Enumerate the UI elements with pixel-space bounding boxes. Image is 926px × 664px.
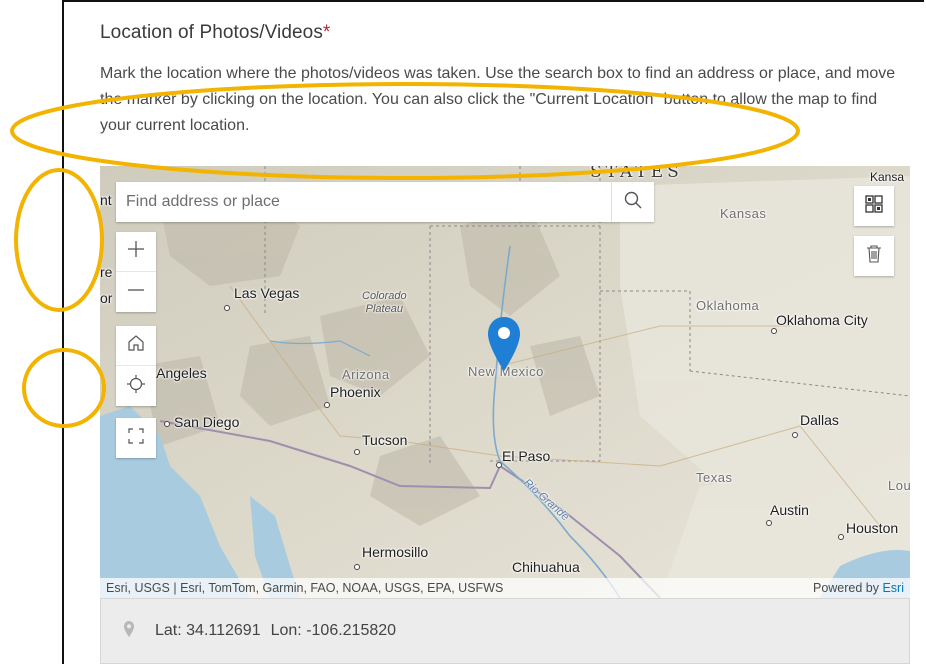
field-title: Location of Photos/Videos* [100, 22, 330, 44]
label-louisiana-partial: Lou [888, 478, 910, 493]
label-austin: Austin [770, 502, 809, 518]
search-widget [116, 182, 654, 222]
zoom-in-button[interactable] [116, 232, 156, 272]
powered-by: Powered by Esri [813, 581, 904, 595]
city-dot-houston [838, 534, 844, 540]
label-colorado-plateau: Colorado Plateau [362, 290, 407, 315]
attribution-sources: Esri, USGS | Esri, TomTom, Garmin, FAO, … [106, 581, 504, 595]
label-arizona: Arizona [342, 367, 390, 382]
label-san-diego: San Diego [174, 414, 240, 430]
coordinates-bar: Lat: 34.112691 Lon: -106.215820 [100, 598, 910, 664]
basemap-gallery-icon [865, 194, 883, 218]
trash-icon [866, 244, 882, 268]
label-tucson: Tucson [362, 432, 408, 448]
lon-label: Lon: [270, 622, 302, 639]
city-dot-okc [771, 328, 777, 334]
map-pin-icon[interactable] [487, 316, 521, 372]
home-button[interactable] [116, 326, 156, 366]
label-phoenix: Phoenix [330, 384, 381, 400]
esri-link[interactable]: Esri [882, 581, 904, 595]
city-dot-las-vegas [224, 305, 230, 311]
label-oklahoma-city: Oklahoma City [776, 312, 868, 328]
label-dallas: Dallas [800, 412, 839, 428]
label-oklahoma: Oklahoma [696, 298, 760, 313]
powered-by-prefix: Powered by [812, 581, 883, 595]
basemap [100, 166, 910, 598]
basemap-gallery-button[interactable] [854, 186, 894, 226]
location-pin-icon [123, 620, 135, 643]
current-location-button[interactable] [116, 366, 156, 406]
city-dot-san-diego [164, 421, 170, 427]
lat-value: 34.112691 [186, 622, 261, 639]
home-icon [127, 334, 145, 357]
zoom-out-icon [127, 281, 145, 304]
zoom-in-icon [127, 240, 145, 263]
required-mark: * [322, 22, 331, 43]
field-description: Mark the location where the photos/video… [100, 65, 896, 134]
city-dot-austin [766, 520, 772, 526]
lon-value: -106.215820 [306, 622, 397, 639]
search-icon [624, 191, 642, 214]
label-hermosillo: Hermosillo [362, 544, 429, 560]
label-el-paso: El Paso [502, 448, 551, 464]
label-edge-re: re [100, 264, 113, 280]
field-title-text: Location of Photos/Videos [100, 22, 323, 43]
label-kansas-partial: Kansa [870, 170, 905, 184]
city-dot-dallas [792, 432, 798, 438]
label-kansas: Kansas [720, 206, 767, 221]
fullscreen-control [116, 418, 156, 458]
zoom-controls [116, 232, 156, 312]
search-button[interactable] [611, 182, 654, 222]
label-chihuahua: Chihuahua [512, 559, 580, 575]
label-las-vegas: Las Vegas [234, 285, 300, 301]
label-houston: Houston [846, 520, 899, 536]
city-dot-phoenix [324, 402, 330, 408]
label-edge-or: or [100, 290, 113, 306]
city-dot-hermosillo [354, 564, 360, 570]
map-attribution: Esri, USGS | Esri, TomTom, Garmin, FAO, … [100, 578, 910, 598]
label-states: STATES [590, 166, 683, 182]
fullscreen-icon [128, 427, 144, 449]
map-view[interactable]: STATES Kansa Kansas Oklahoma Oklahoma Ci… [100, 166, 910, 598]
zoom-out-button[interactable] [116, 272, 156, 312]
lat-label: Lat: [155, 622, 182, 639]
locate-icon [126, 374, 146, 399]
city-dot-tucson [354, 449, 360, 455]
search-input[interactable] [116, 183, 611, 221]
clear-location-button[interactable] [854, 236, 894, 276]
fullscreen-button[interactable] [116, 418, 156, 458]
home-control [116, 326, 156, 406]
label-texas: Texas [696, 470, 733, 485]
label-edge-nt: nt [100, 192, 112, 208]
